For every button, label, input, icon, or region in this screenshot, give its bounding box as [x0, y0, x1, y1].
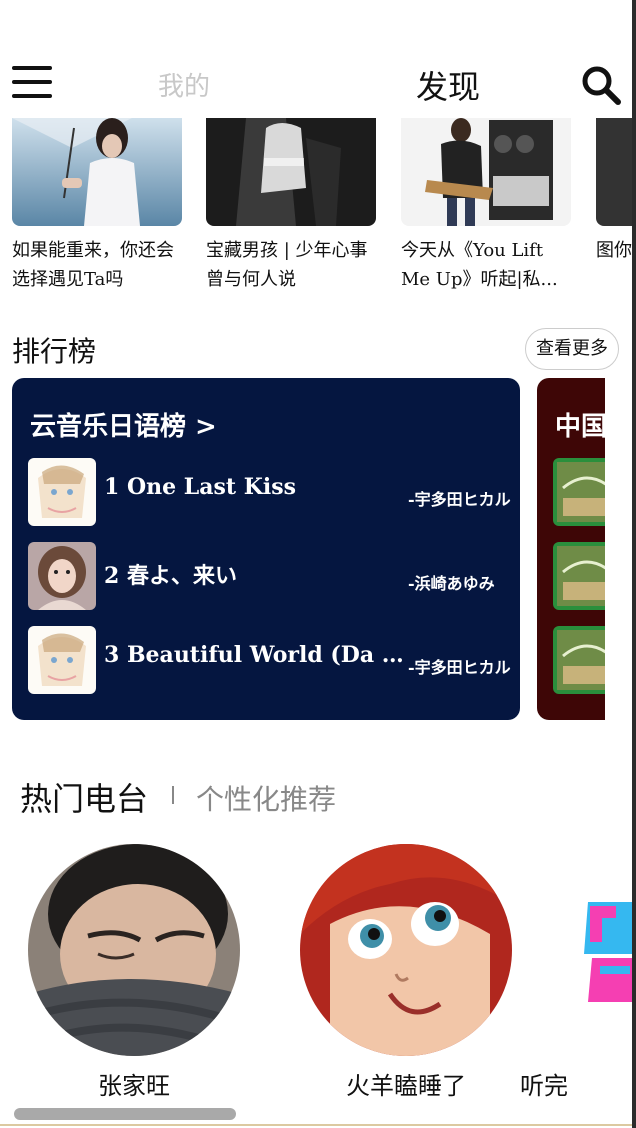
- chart-card-japanese[interactable]: 云音乐日语榜 > 1 One Last Kiss -宇多田ヒカル 2 春よ、来い…: [12, 378, 520, 720]
- song-artist: -宇多田ヒカル: [408, 658, 511, 677]
- section-title-ranking: 排行榜: [12, 335, 97, 368]
- chart-song-row[interactable]: 2 春よ、来い -浜崎あゆみ: [28, 542, 518, 610]
- playlist-cover: [12, 118, 182, 226]
- divider: [0, 1124, 632, 1126]
- radio-item[interactable]: 张家旺: [28, 844, 240, 1100]
- song-title: 1 One Last Kiss: [104, 474, 296, 500]
- search-icon[interactable]: [580, 64, 622, 106]
- window-edge: [632, 0, 636, 1128]
- song-cover: [28, 458, 96, 526]
- radio-item[interactable]: 火羊瞌睡了: [300, 844, 512, 1100]
- section-title-radio: 热门电台: [20, 780, 149, 818]
- song-title: 3 Beautiful World (Da Capo Version): [104, 642, 408, 668]
- chart-title[interactable]: 中国: [555, 406, 605, 443]
- playlist-row: 如果能重来，你还会选择遇见Ta吗 宝藏男孩 | 少年心事曾与何人说 今天从《Yo…: [0, 118, 632, 298]
- song-cover: [28, 542, 96, 610]
- chart-card-chinese[interactable]: 中国: [537, 378, 605, 720]
- song-title: 2 春よ、来い: [104, 563, 237, 589]
- song-cover: [553, 542, 605, 610]
- ranking-carousel: 云音乐日语榜 > 1 One Last Kiss -宇多田ヒカル 2 春よ、来い…: [0, 378, 605, 722]
- playlist-cover: [401, 118, 571, 226]
- playlist-title: 图你: [596, 240, 632, 261]
- tab-discover[interactable]: 发现: [416, 62, 480, 108]
- song-cover: [553, 458, 605, 526]
- playlist-cover: [206, 118, 376, 226]
- radio-name: 张家旺: [98, 1072, 170, 1100]
- playlist-card[interactable]: 如果能重来，你还会选择遇见Ta吗: [12, 118, 182, 294]
- playlist-title: 如果能重来，你还会选择遇见Ta吗: [12, 240, 174, 290]
- playlist-card[interactable]: 宝藏男孩 | 少年心事曾与何人说: [206, 118, 376, 294]
- chart-title[interactable]: 云音乐日语榜 >: [30, 406, 217, 443]
- see-more-button[interactable]: 查看更多: [525, 328, 619, 370]
- song-cover: [28, 626, 96, 694]
- playlist-card[interactable]: 图你: [596, 118, 632, 294]
- chart-song-row[interactable]: 3 Beautiful World (Da Capo Version) -宇多田…: [28, 626, 518, 694]
- radio-name: 听完: [520, 1072, 568, 1100]
- song-artist: -浜崎あゆみ: [408, 574, 495, 593]
- divider: [172, 786, 174, 804]
- tab-mine[interactable]: 我的: [158, 66, 210, 103]
- menu-icon[interactable]: [12, 66, 52, 100]
- playlist-title: 宝藏男孩 | 少年心事曾与何人说: [206, 240, 368, 290]
- section-subtitle-radio[interactable]: 个性化推荐: [196, 778, 336, 818]
- horizontal-scrollbar[interactable]: [14, 1108, 236, 1120]
- playlist-cover: [596, 118, 632, 226]
- radio-avatar[interactable]: [300, 844, 512, 1056]
- radio-avatar[interactable]: [580, 898, 632, 1008]
- radio-avatar[interactable]: [28, 844, 240, 1056]
- top-nav: 我的 发现: [0, 50, 632, 118]
- song-artist: -宇多田ヒカル: [408, 490, 511, 509]
- song-cover: [553, 626, 605, 694]
- playlist-card[interactable]: 今天从《You Lift Me Up》听起|私...: [401, 118, 571, 294]
- chart-song-row[interactable]: 1 One Last Kiss -宇多田ヒカル: [28, 458, 518, 526]
- playlist-title: 今天从《You Lift Me Up》听起|私...: [401, 240, 558, 290]
